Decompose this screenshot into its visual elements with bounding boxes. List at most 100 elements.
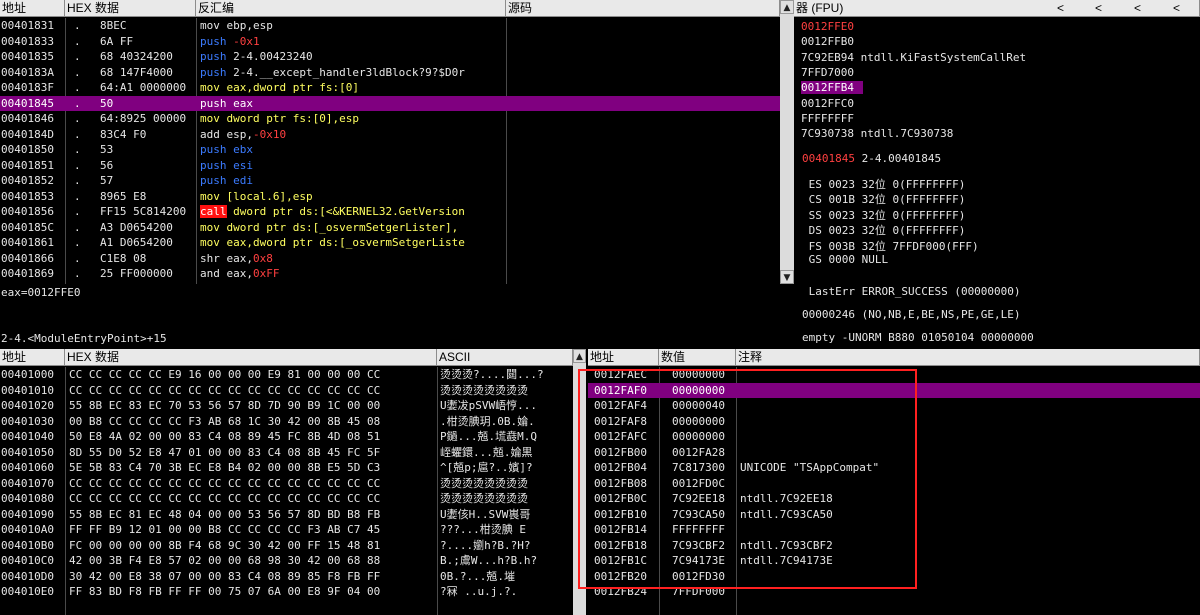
- disasm-instruction: push esi: [200, 158, 505, 174]
- chevron-left-icon[interactable]: <: [1134, 0, 1141, 17]
- instruction-token: call: [200, 205, 227, 218]
- disasm-row[interactable]: 00401866. C1E8 08 shr eax,0x8: [0, 251, 794, 267]
- register-value-line[interactable]: 0012FFB0: [801, 35, 854, 48]
- registers-pane: 器 (FPU) < < < < 0012FFE0 0012FFB0 7C92EB94…: [794, 0, 1200, 347]
- disasm-row[interactable]: 00401852. 57 push edi: [0, 173, 794, 189]
- dump-row[interactable]: 00401060 5E 5B 83 C4 70 3B EC E8 B4 02 00…: [0, 460, 586, 476]
- disasm-hex: 25 FF000000: [100, 267, 173, 280]
- instruction-token: -0x10: [252, 127, 287, 141]
- stack-header-value[interactable]: 数值: [659, 349, 736, 366]
- dump-ascii: U嬱侅H..SVW嵔哥: [440, 507, 531, 521]
- dump-row[interactable]: 00401050 8D 55 D0 52 E8 47 01 00 00 83 C4…: [0, 445, 586, 461]
- disasm-row[interactable]: 00401850. 53 push ebx: [0, 142, 794, 158]
- info-pane: eax=0012FFE0 2-4.<ModuleEntryPoint>+15: [0, 284, 794, 347]
- disasm-header-hex[interactable]: HEX 数据: [65, 0, 196, 17]
- segment-register-line[interactable]: GS 0000 NULL: [802, 253, 888, 266]
- disasm-header-source[interactable]: 源码: [506, 0, 780, 17]
- eip-line: 00401845 2-4.00401845: [802, 152, 941, 165]
- disasm-address: 0040184D: [1, 127, 54, 141]
- dump-row[interactable]: 004010B0 FC 00 00 00 00 8B F4 68 9C 30 42…: [0, 538, 586, 554]
- dump-row[interactable]: 00401040 50 E8 4A 02 00 00 83 C4 08 89 45…: [0, 429, 586, 445]
- registers-header[interactable]: 器 (FPU) < < < <: [794, 0, 1200, 17]
- chevron-left-icon[interactable]: <: [1095, 0, 1102, 17]
- disasm-marker: .: [74, 267, 81, 280]
- stack-header-comment[interactable]: 注释: [736, 349, 1200, 366]
- chevron-left-icon[interactable]: <: [1057, 0, 1064, 17]
- disasm-header-disasm[interactable]: 反汇编: [196, 0, 506, 17]
- disasm-row[interactable]: 0040183F. 64:A1 0000000 mov eax,dword ptr …: [0, 80, 794, 96]
- disasm-row[interactable]: 00401869. 25 FF000000 and eax,0xFF: [0, 266, 794, 282]
- disasm-instruction: push -0x1: [200, 34, 505, 50]
- disasm-address: 00401852: [1, 174, 54, 187]
- register-value-line[interactable]: 0012FFC0: [801, 97, 854, 110]
- disasm-hex: 64:A1 0000000: [100, 81, 187, 94]
- dump-header-address[interactable]: 地址: [0, 349, 65, 366]
- dump-row[interactable]: 004010E0 FF 83 BD F8 FB FF FF 00 75 07 6A…: [0, 584, 586, 600]
- disasm-marker: .: [74, 65, 81, 79]
- dump-row[interactable]: 00401090 55 8B EC 81 EC 48 04 00 00 53 56…: [0, 507, 586, 523]
- disasm-row[interactable]: 00401853. 8965 E8 mov [local.6],esp: [0, 189, 794, 205]
- dump-row[interactable]: 00401070 CC CC CC CC CC CC CC CC CC CC CC…: [0, 476, 586, 492]
- register-value-line[interactable]: 7C92EB94 ntdll.KiFastSystemCallRet: [801, 51, 1026, 64]
- disasm-row[interactable]: 0040183A. 68 147F4000 push 2-4.__except_ha…: [0, 65, 794, 81]
- dump-row[interactable]: 004010D0 30 42 00 E8 38 07 00 00 83 C4 08…: [0, 569, 586, 585]
- chevron-left-icon[interactable]: <: [1173, 0, 1180, 17]
- dump-row[interactable]: 004010C0 42 00 3B F4 E8 57 02 00 00 68 98…: [0, 553, 586, 569]
- segment-register-line[interactable]: ES 0023 32位 0(FFFFFFFF): [802, 176, 966, 192]
- disasm-address: 00401853: [1, 189, 54, 203]
- dump-row[interactable]: 00401080 CC CC CC CC CC CC CC CC CC CC CC…: [0, 491, 586, 507]
- disasm-row[interactable]: 00401833. 6A FF push -0x1: [0, 34, 794, 50]
- eip-label: 2-4.00401845: [854, 152, 942, 165]
- lasterr-line: LastErr ERROR_SUCCESS (00000000): [802, 285, 1021, 298]
- dump-row[interactable]: 00401020 55 8B EC 83 EC 70 53 56 57 8D 7D…: [0, 398, 586, 414]
- disasm-marker: .: [74, 236, 81, 249]
- disasm-hex: A1 D0654200: [100, 236, 173, 249]
- register-value-line[interactable]: 0012FFE0: [801, 20, 854, 33]
- dump-ascii: 烫烫烫烫烫烫烫烫: [440, 383, 528, 397]
- disasm-header-address[interactable]: 地址: [0, 0, 65, 17]
- instruction-token: 2-4.00423240: [226, 50, 313, 63]
- dump-header-ascii[interactable]: ASCII: [437, 349, 573, 366]
- dump-address: 00401080: [1, 492, 54, 505]
- segment-register-line[interactable]: CS 001B 32位 0(FFFFFFFF): [802, 191, 966, 207]
- dump-address: 004010A0: [1, 523, 54, 536]
- dump-address: 00401010: [1, 383, 54, 397]
- eip-address[interactable]: 00401845: [802, 152, 855, 165]
- register-value-line[interactable]: FFFFFFFF: [801, 112, 854, 125]
- scroll-up-icon[interactable]: ▲: [780, 0, 794, 14]
- dump-header-hex[interactable]: HEX 数据: [65, 349, 437, 366]
- dump-row[interactable]: 00401010 CC CC CC CC CC CC CC CC CC CC CC…: [0, 383, 586, 399]
- dump-row[interactable]: 00401000 CC CC CC CC CC E9 16 00 00 00 E9…: [0, 367, 586, 383]
- disasm-row[interactable]: 00401835. 68 40324200 push 2-4.00423240: [0, 49, 794, 65]
- stack-header-address[interactable]: 地址: [588, 349, 659, 366]
- segment-register-line[interactable]: DS 0023 32位 0(FFFFFFFF): [802, 222, 966, 238]
- disasm-row[interactable]: 0040184D. 83C4 F0 add esp,-0x10: [0, 127, 794, 143]
- register-value-line[interactable]: 7C930738 ntdll.7C930738: [801, 127, 953, 140]
- disasm-marker: .: [74, 19, 81, 32]
- disasm-row[interactable]: 00401846. 64:8925 00000 mov dword ptr fs:[…: [0, 111, 794, 127]
- dump-row[interactable]: 00401030 00 B8 CC CC CC CC F3 AB 68 1C 30…: [0, 414, 586, 430]
- disasm-marker: .: [74, 174, 81, 187]
- segment-register-line[interactable]: FS 003B 32位 7FFDF000(FFF): [802, 238, 979, 254]
- dump-hex: 55 8B EC 81 EC 48 04 00 00 53 56 57 8D B…: [69, 507, 381, 521]
- disasm-instruction: mov [local.6],esp: [200, 189, 505, 205]
- dump-address: 00401020: [1, 399, 54, 412]
- disasm-row[interactable]: 00401856. FF15 5C814200 call dword ptr ds:…: [0, 204, 794, 220]
- disasm-row[interactable]: 00401851. 56 push esi: [0, 158, 794, 174]
- disasm-row[interactable]: 00401831. 8BEC mov ebp,esp: [0, 18, 794, 34]
- register-value-line[interactable]: 7FFD7000: [801, 66, 854, 79]
- dump-ascii: ^[兡p;扈?..嬪]?: [440, 461, 533, 474]
- dump-address: 004010B0: [1, 538, 54, 552]
- instruction-token: 0x8: [252, 251, 273, 265]
- scroll-down-icon[interactable]: ▼: [780, 270, 794, 284]
- disasm-row[interactable]: 00401861. A1 D0654200 mov eax,dword ptr ds…: [0, 235, 794, 251]
- instruction-token: push ebx: [200, 143, 253, 156]
- disasm-scrollbar[interactable]: ▲ ▼: [780, 0, 794, 284]
- disasm-row[interactable]: 0040185C. A3 D0654200 mov dword ptr ds:[_o…: [0, 220, 794, 236]
- scroll-up-icon[interactable]: ▲: [573, 349, 586, 363]
- segment-register-line[interactable]: SS 0023 32位 0(FFFFFFFF): [802, 207, 966, 223]
- dump-pane: 地址 HEX 数据 ASCII 00401000 CC CC CC CC CC E…: [0, 349, 586, 615]
- disasm-row[interactable]: 00401845. 50 push eax: [0, 95, 794, 111]
- register-value-line[interactable]: 0012FFB4: [801, 81, 863, 95]
- dump-row[interactable]: 004010A0 FF FF B9 12 01 00 00 B8 CC CC CC…: [0, 522, 586, 538]
